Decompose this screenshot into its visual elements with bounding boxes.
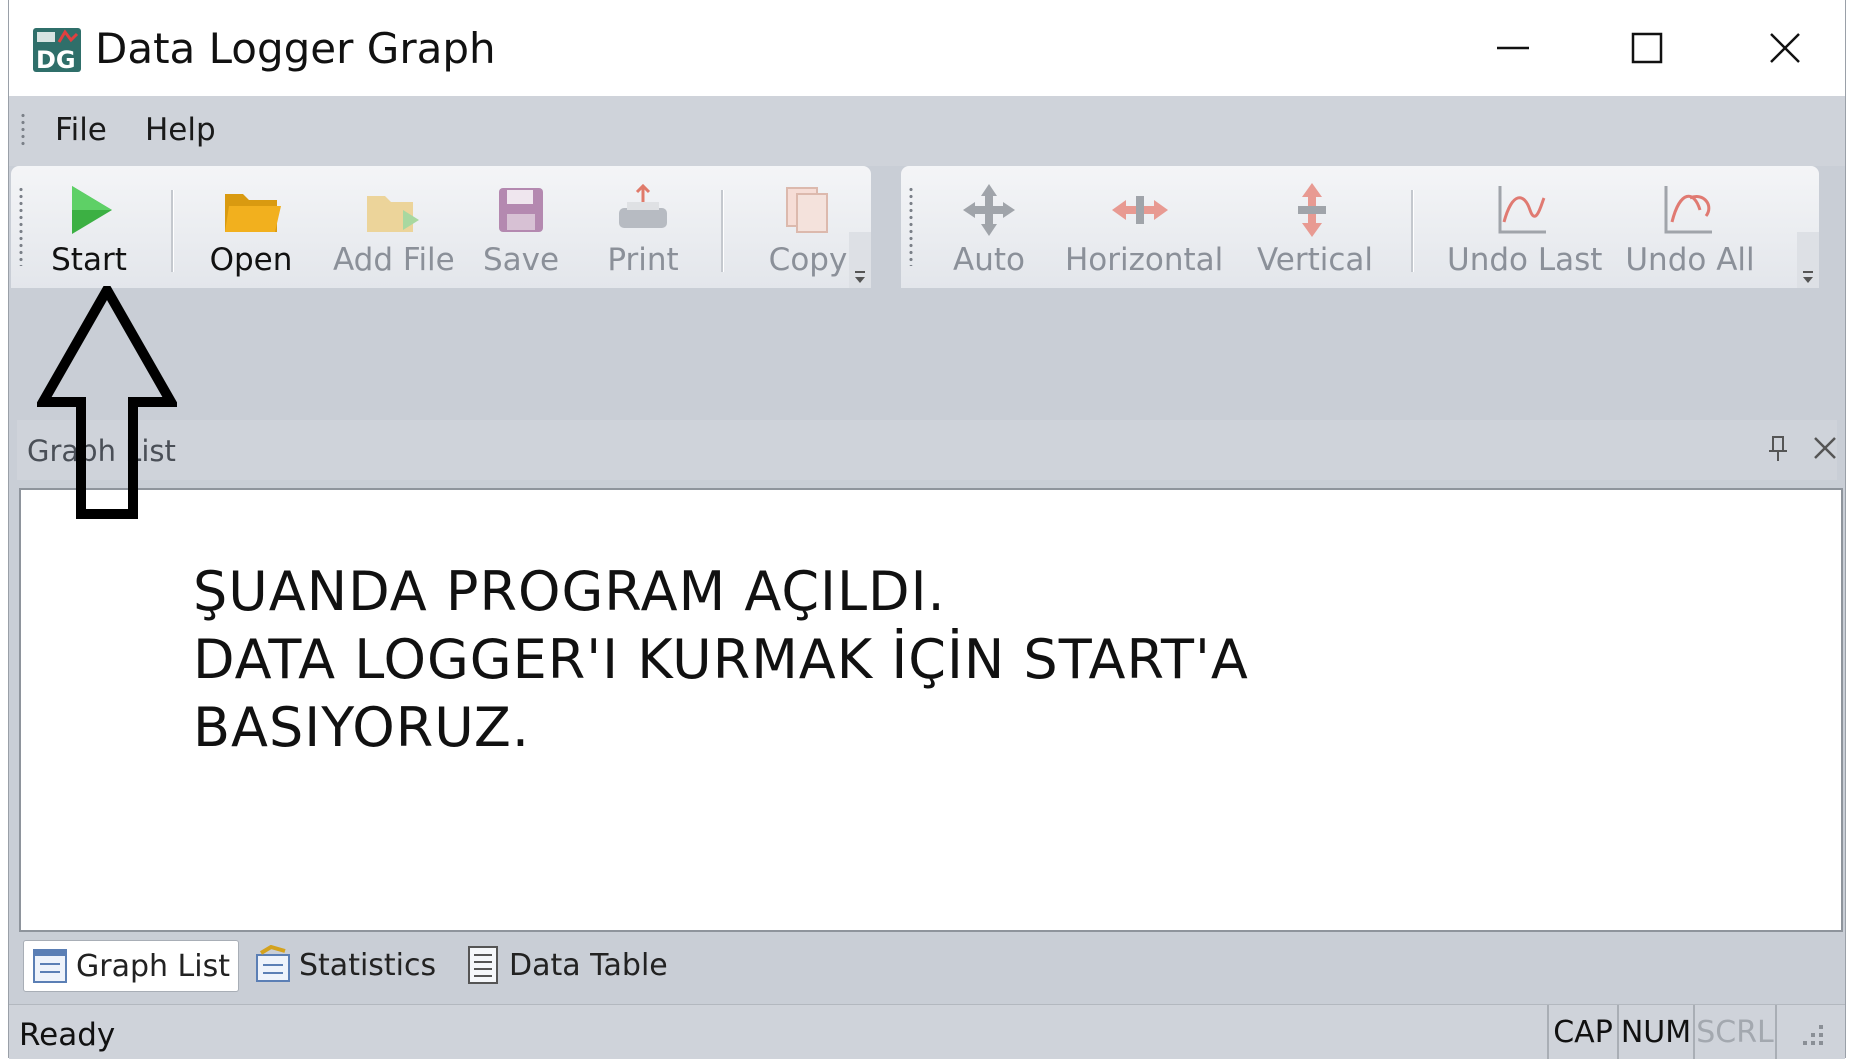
status-bar: Ready CAP NUM SCRL (9, 1004, 1845, 1059)
zoom-toolbar: Auto Horizontal Vertical Undo Last Undo … (901, 166, 1819, 288)
toolbar-grip[interactable] (19, 186, 23, 266)
start-label: Start (51, 242, 127, 278)
app-window: DG Data Logger Graph File Help Start Ope… (8, 0, 1846, 1059)
menu-file[interactable]: File (55, 112, 107, 148)
vertical-label: Vertical (1257, 242, 1374, 278)
panel-header[interactable]: Graph List (17, 420, 1837, 480)
horizontal-zoom-button[interactable]: Horizontal (1065, 180, 1224, 284)
auto-zoom-icon (963, 184, 1015, 236)
close-window-button[interactable] (1735, 18, 1835, 78)
toolbar-overflow-button[interactable] (849, 232, 871, 288)
undo-last-label: Undo Last (1447, 242, 1603, 278)
resize-grip-icon (1803, 1025, 1823, 1045)
svg-text:DG: DG (36, 46, 76, 72)
copy-icon (786, 187, 828, 233)
menu-bar: File Help (9, 96, 1845, 166)
copy-label: Copy (768, 242, 848, 278)
vertical-zoom-icon (1298, 183, 1326, 237)
undo-all-icon (1664, 186, 1712, 234)
cap-indicator: CAP (1547, 1005, 1617, 1059)
chevron-down-icon (1803, 271, 1813, 283)
close-icon (1770, 33, 1800, 63)
undo-all-button[interactable]: Undo All (1625, 180, 1755, 284)
tab-label: Data Table (509, 947, 668, 983)
toolbar-overflow-button[interactable] (1797, 232, 1819, 288)
maximize-button[interactable] (1597, 18, 1697, 78)
maximize-icon (1631, 32, 1663, 64)
chevron-down-icon (855, 271, 865, 283)
title-bar[interactable]: DG Data Logger Graph (9, 0, 1845, 96)
app-dg-icon: DG (33, 28, 81, 74)
scrl-indicator: SCRL (1693, 1005, 1775, 1059)
copy-button[interactable]: Copy (763, 180, 853, 284)
resize-grip[interactable] (1775, 1005, 1843, 1059)
horizontal-label: Horizontal (1065, 242, 1224, 278)
close-icon (1814, 437, 1836, 459)
toolbar-separator (171, 190, 174, 272)
pin-icon (1769, 436, 1787, 461)
print-button[interactable]: Print (603, 180, 683, 284)
undo-last-button[interactable]: Undo Last (1447, 180, 1603, 284)
vertical-zoom-button[interactable]: Vertical (1257, 180, 1374, 284)
annotation-line: ŞUANDA PROGRAM AÇILDI. (193, 560, 946, 623)
auto-zoom-button[interactable]: Auto (941, 180, 1037, 284)
panel-close-button[interactable] (1811, 434, 1839, 467)
tab-statistics[interactable]: Statistics (247, 940, 436, 990)
save-icon (499, 188, 543, 232)
save-label: Save (482, 242, 560, 278)
start-button[interactable]: Start (47, 180, 131, 284)
toolbar-separator (1411, 190, 1414, 272)
tab-label: Statistics (299, 947, 437, 983)
toolbar-dock-area (9, 288, 1845, 412)
data-table-icon (468, 946, 498, 984)
status-text: Ready (19, 1017, 116, 1053)
undo-all-label: Undo All (1625, 242, 1755, 278)
print-icon (619, 184, 667, 228)
print-label: Print (607, 242, 679, 278)
main-toolbar: Start Open Add File Save Print Copy (11, 166, 871, 288)
open-label: Open (209, 242, 293, 278)
menu-help[interactable]: Help (145, 112, 216, 148)
add-file-label: Add File (333, 242, 455, 278)
play-icon (72, 186, 112, 234)
graph-list-panel[interactable]: ŞUANDA PROGRAM AÇILDI. DATA LOGGER'I KUR… (19, 488, 1843, 932)
annotation-line: DATA LOGGER'I KURMAK İÇİN START'A (193, 628, 1249, 691)
up-arrow-icon (34, 279, 180, 525)
graph-list-icon (33, 949, 67, 983)
tab-label: Graph List (76, 948, 230, 984)
num-indicator: NUM (1617, 1005, 1693, 1059)
auto-label: Auto (953, 242, 1025, 278)
minimize-button[interactable] (1463, 18, 1563, 78)
window-title: Data Logger Graph (95, 24, 496, 73)
folder-icon (225, 194, 281, 232)
toolbar-separator (721, 190, 724, 272)
annotation-line: BASIYORUZ. (193, 696, 530, 759)
minimize-icon (1497, 46, 1529, 50)
undo-last-icon (1498, 186, 1546, 234)
add-file-icon (367, 196, 419, 232)
panel-tabs: Graph List Statistics Data Table (9, 932, 1845, 994)
statistics-icon (256, 945, 290, 982)
horizontal-zoom-icon (1112, 196, 1168, 224)
tab-data-table[interactable]: Data Table (457, 940, 668, 990)
pin-button[interactable] (1765, 434, 1791, 469)
open-button[interactable]: Open (201, 180, 301, 284)
menu-grip[interactable] (21, 112, 25, 148)
add-file-button[interactable]: Add File (333, 180, 455, 284)
toolbar-grip[interactable] (909, 186, 913, 266)
save-button[interactable]: Save (481, 180, 561, 284)
tab-graph-list[interactable]: Graph List (23, 940, 239, 992)
